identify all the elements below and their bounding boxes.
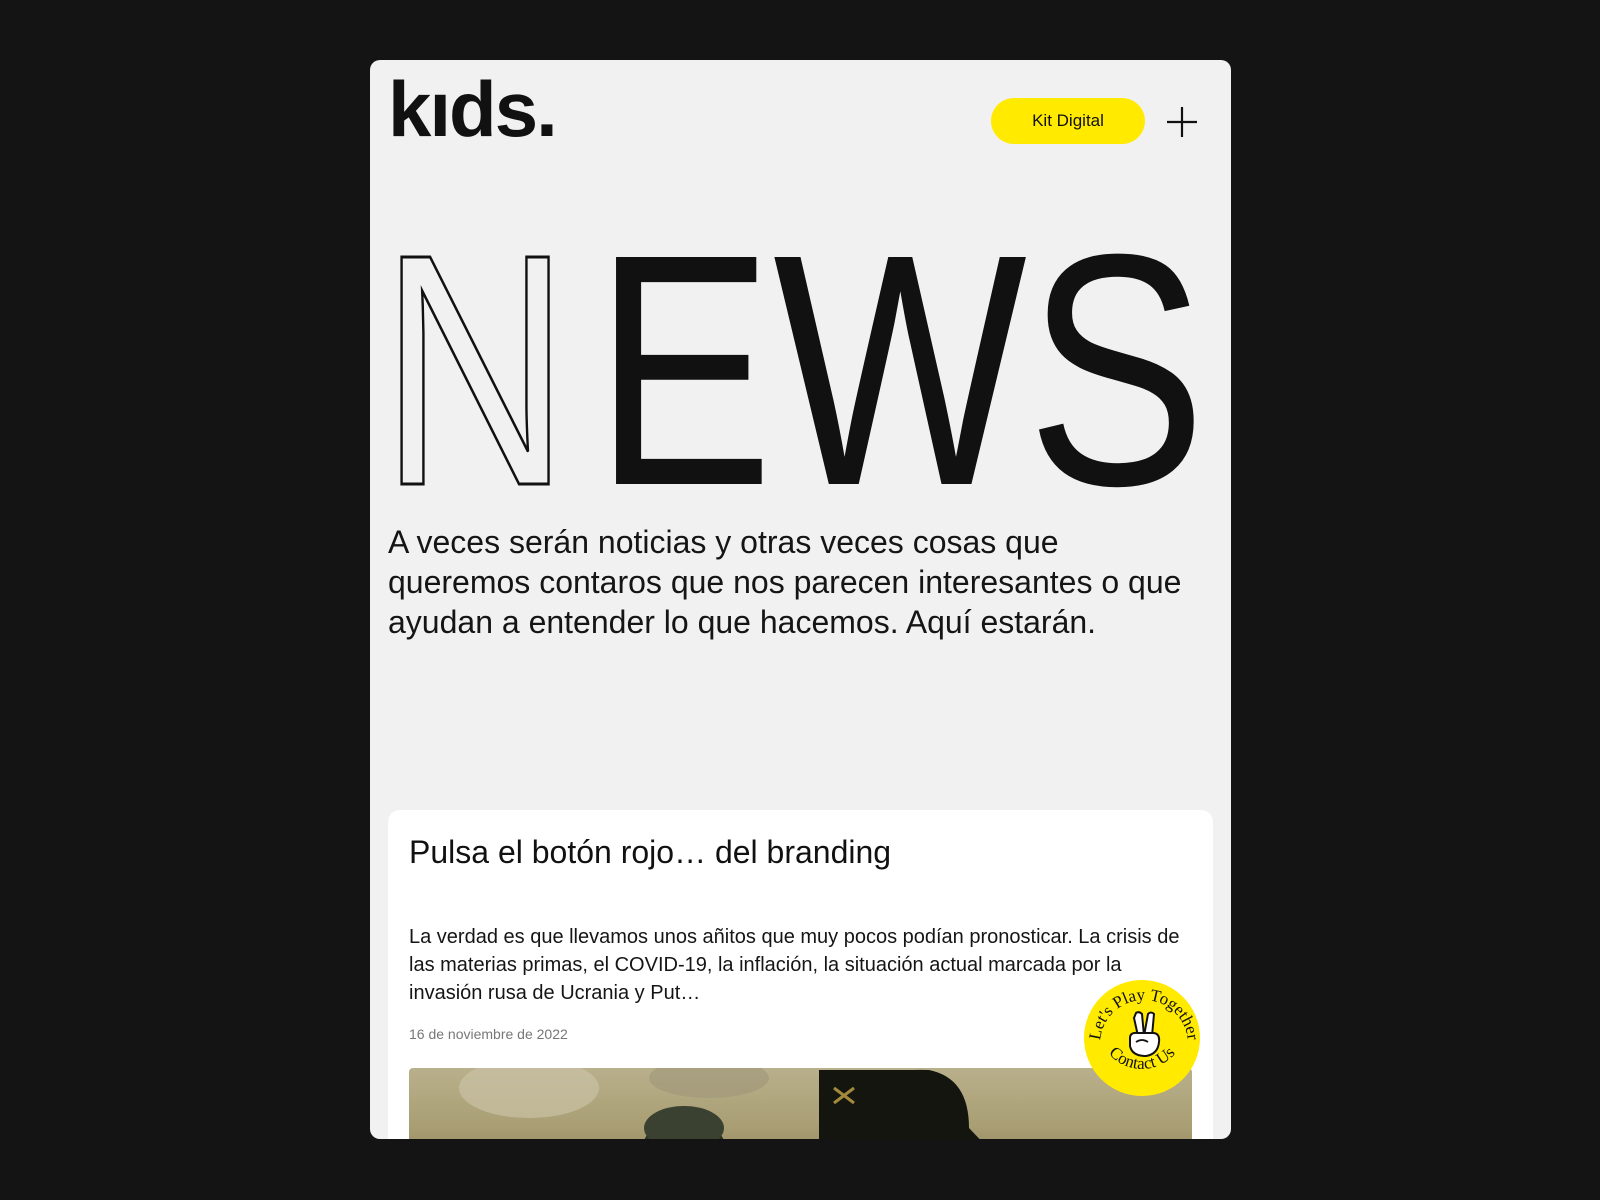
news-heading: N EWS [386,184,1206,491]
plus-icon[interactable] [1165,105,1199,139]
kit-digital-button[interactable]: Kit Digital [991,98,1145,144]
article-image[interactable] [409,1068,1192,1139]
kit-digital-label: Kit Digital [1032,111,1104,130]
intro-text: A veces serán noticias y otras veces cos… [388,524,1182,640]
article-image-art [459,1068,980,1139]
news-heading-outlined-letter: N [386,185,570,490]
news-heading-solid-letters: EWS [594,185,1206,490]
article-date: 16 de noviembre de 2022 [409,1026,568,1042]
article-title[interactable]: Pulsa el botón rojo… del branding [409,832,891,872]
contact-sticker[interactable]: Let's Play Together Contact Us [1082,978,1202,1098]
kids-logo[interactable]: kıds. [388,70,558,148]
article-excerpt: La verdad es que llevamos unos añitos qu… [409,926,1180,1004]
